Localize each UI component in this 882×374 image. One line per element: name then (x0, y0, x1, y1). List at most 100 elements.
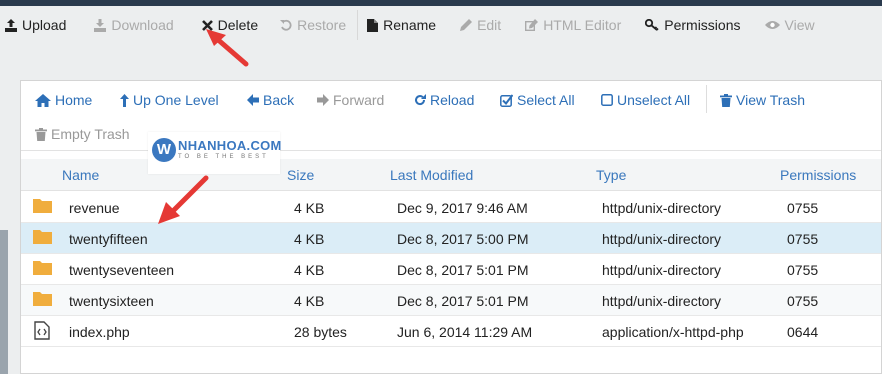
download-label: Download (111, 17, 174, 33)
select-all-label: Select All (517, 92, 575, 108)
file-size: 4 KB (294, 200, 325, 216)
reload-icon (415, 94, 426, 106)
file-name[interactable]: twentyseventeen (69, 262, 174, 278)
watermark-logo: W NHANHOA.COM TO BE THE BEST (148, 132, 282, 174)
file-permissions: 0755 (787, 200, 819, 216)
folder-icon (33, 230, 52, 244)
file-size: 4 KB (294, 262, 325, 278)
file-type: httpd/unix-directory (602, 262, 722, 278)
file-name[interactable]: index.php (69, 324, 130, 340)
table-row[interactable]: revenue 4 KB Dec 9, 2017 9:46 AM httpd/u… (21, 192, 881, 223)
trash-icon (35, 127, 47, 141)
scrollbar[interactable] (0, 230, 8, 374)
column-header-name[interactable]: Name (62, 167, 99, 183)
php-file-icon (34, 321, 50, 340)
column-header-type[interactable]: Type (596, 167, 626, 183)
upload-label: Upload (22, 17, 67, 33)
toolbar-divider (357, 10, 359, 40)
empty-trash-label: Empty Trash (51, 126, 130, 142)
logo-mark: W (152, 138, 176, 162)
logo-brand: NHANHOA.COM (178, 138, 282, 153)
annotation-arrow-row (158, 175, 209, 224)
square-icon (601, 94, 613, 106)
file-permissions: 0755 (787, 231, 819, 247)
file-modified: Jun 6, 2014 11:29 AM (397, 324, 533, 340)
check-square-icon (500, 93, 513, 107)
eye-icon (764, 21, 780, 29)
file-permissions: 0644 (787, 324, 819, 340)
column-header-last-modified[interactable]: Last Modified (390, 167, 473, 183)
arrow-right-icon (317, 94, 329, 106)
table-row-selected[interactable]: twentyfifteen 4 KB Dec 8, 2017 5:00 PM h… (21, 223, 881, 254)
file-name[interactable]: revenue (69, 200, 120, 216)
download-button[interactable]: Download (89, 7, 178, 43)
html-editor-label: HTML Editor (543, 17, 622, 33)
back-label: Back (263, 92, 295, 108)
file-modified: Dec 8, 2017 5:01 PM (397, 262, 529, 278)
table-row[interactable]: index.php 28 bytes Jun 6, 2014 11:29 AM … (21, 316, 881, 347)
column-header-size[interactable]: Size (287, 167, 314, 183)
edit-label: Edit (477, 17, 502, 33)
file-size: 4 KB (294, 293, 325, 309)
up-one-level-label: Up One Level (133, 92, 219, 108)
table-row[interactable]: twentyseventeen 4 KB Dec 8, 2017 5:01 PM… (21, 254, 881, 285)
nav-divider (706, 85, 707, 113)
view-trash-label: View Trash (736, 92, 805, 108)
view-label: View (784, 17, 815, 33)
file-name[interactable]: twentysixteen (69, 293, 154, 309)
file-size: 28 bytes (294, 324, 347, 340)
folder-icon (33, 261, 52, 275)
rename-label: Rename (383, 17, 437, 33)
home-icon (35, 93, 51, 107)
file-modified: Dec 8, 2017 5:01 PM (397, 293, 529, 309)
logo-tagline: TO BE THE BEST (178, 154, 269, 160)
empty-trash-button[interactable]: Empty Trash (35, 126, 130, 142)
forward-label: Forward (333, 92, 385, 108)
file-toolbar: Upload Download Delete Restore Rename Ed… (0, 6, 882, 44)
view-button[interactable]: View (760, 7, 820, 43)
file-permissions: 0755 (787, 262, 819, 278)
html-editor-button[interactable]: HTML Editor (520, 7, 626, 43)
file-modified: Dec 8, 2017 5:00 PM (397, 231, 529, 247)
file-size: 4 KB (294, 231, 325, 247)
pencil-square-icon (525, 19, 539, 31)
unselect-all-button[interactable]: Unselect All (601, 92, 690, 108)
file-name[interactable]: twentyfifteen (69, 231, 148, 247)
permissions-label: Permissions (664, 17, 741, 33)
file-type: httpd/unix-directory (602, 293, 722, 309)
file-type: httpd/unix-directory (602, 231, 722, 247)
arrow-left-icon (247, 94, 259, 106)
folder-icon (33, 199, 52, 213)
annotation-arrow-delete (206, 29, 249, 67)
view-trash-button[interactable]: View Trash (720, 92, 805, 108)
home-label: Home (55, 92, 93, 108)
file-modified: Dec 9, 2017 9:46 AM (397, 200, 528, 216)
restore-label: Restore (297, 17, 347, 33)
upload-button[interactable]: Upload (0, 7, 71, 43)
trash-icon (720, 93, 732, 107)
forward-button[interactable]: Forward (317, 92, 384, 108)
rename-button[interactable]: Rename (362, 7, 441, 43)
level-up-icon (120, 93, 129, 107)
file-permissions: 0755 (787, 293, 819, 309)
permissions-button[interactable]: Permissions (640, 7, 745, 43)
home-button[interactable]: Home (35, 92, 92, 108)
unselect-all-label: Unselect All (617, 92, 691, 108)
download-icon (94, 18, 107, 32)
pencil-icon (460, 19, 473, 31)
file-type: application/x-httpd-php (602, 324, 744, 340)
select-all-button[interactable]: Select All (500, 92, 575, 108)
up-one-level-button[interactable]: Up One Level (120, 92, 219, 108)
undo-icon (280, 19, 292, 31)
file-type: httpd/unix-directory (602, 200, 722, 216)
file-icon (367, 18, 379, 32)
table-row[interactable]: twentysixteen 4 KB Dec 8, 2017 5:01 PM h… (21, 285, 881, 316)
back-button[interactable]: Back (247, 92, 294, 108)
key-icon (645, 19, 659, 31)
column-header-permissions[interactable]: Permissions (780, 167, 856, 183)
folder-icon (33, 292, 52, 306)
file-manager-panel: Home Up One Level Back Forward Reload Se… (20, 80, 882, 374)
edit-button[interactable]: Edit (455, 7, 506, 43)
restore-button[interactable]: Restore (275, 7, 351, 43)
reload-button[interactable]: Reload (414, 92, 474, 108)
